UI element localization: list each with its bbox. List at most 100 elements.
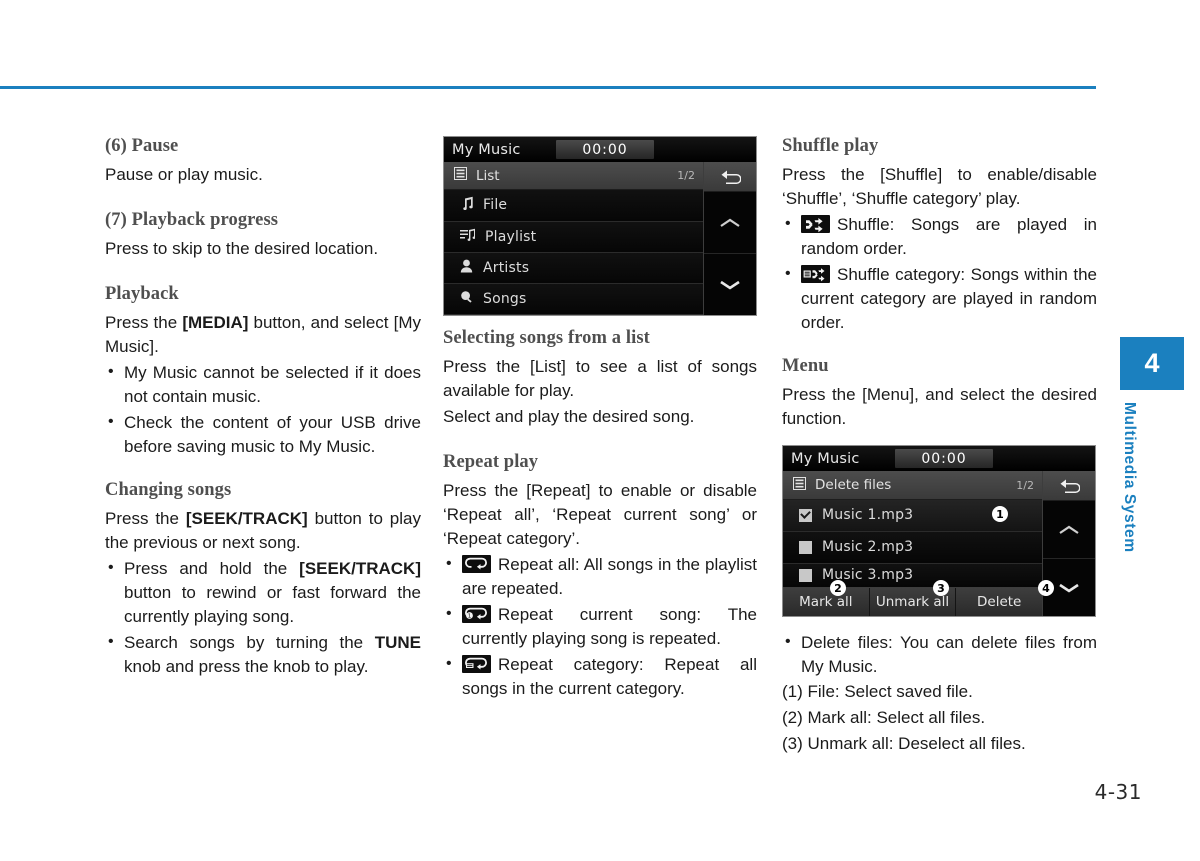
checkbox-checked[interactable] bbox=[799, 508, 812, 522]
screen1-title: My Music bbox=[452, 141, 521, 158]
heading-changing-songs: Changing songs bbox=[105, 480, 232, 500]
heading-playback-progress: (7) Playback progress bbox=[105, 210, 279, 230]
list-item: Shuffle: Songs are played in random orde… bbox=[782, 212, 1097, 261]
list-item: My Music cannot be selected if it does n… bbox=[105, 360, 421, 409]
file-label: Music 2.mp3 bbox=[822, 539, 914, 556]
repeat-bullets: Repeat all: All songs in the playlist ar… bbox=[443, 552, 757, 701]
screen2-time: 00:00 bbox=[895, 449, 993, 468]
list-item: Press and hold the [SEEK/TRACK] button t… bbox=[105, 556, 421, 629]
file-row-3[interactable]: Music 3.mp3 bbox=[783, 563, 1042, 587]
list-item: Shuffle category: Songs within the curre… bbox=[782, 262, 1097, 335]
file-row-2[interactable]: Music 2.mp3 bbox=[783, 531, 1042, 564]
text-selecting-songs-1: Press the [List] to see a list of songs … bbox=[443, 357, 757, 400]
callout-3: 3 bbox=[933, 580, 949, 596]
column-middle: My Music 00:00 List 1/2 File Playlist Ar… bbox=[443, 136, 757, 701]
return-arrow-icon[interactable] bbox=[704, 162, 756, 192]
bullet-text-c: button to rewind or fast forward the cur… bbox=[124, 583, 421, 626]
screen2-list: Delete files 1/2 Music 1.mp3 Music 2.mp3… bbox=[783, 471, 1043, 616]
text-menu: Press the [Menu], and select the desired… bbox=[782, 385, 1097, 428]
bullet-text: Repeat current song: The currently playi… bbox=[462, 605, 757, 648]
screen2-list-header[interactable]: Delete files 1/2 bbox=[783, 471, 1042, 500]
shuffle-category-icon bbox=[801, 265, 830, 283]
bullet-text: Shuffle: Songs are played in random orde… bbox=[801, 215, 1097, 258]
bullet-text-c: knob and press the knob to play. bbox=[124, 657, 369, 676]
bullet-text: Repeat all: All songs in the playlist ar… bbox=[462, 555, 757, 598]
list-item-playlist[interactable]: Playlist bbox=[444, 221, 703, 253]
heading-pause: (6) Pause bbox=[105, 136, 179, 156]
screen1-header-label: List bbox=[476, 167, 500, 184]
list-item: Repeat category: Repeat all songs in the… bbox=[443, 652, 757, 701]
chapter-label: Multimedia System bbox=[1121, 402, 1138, 553]
callout-2: 2 bbox=[830, 580, 846, 596]
column-left: (6) Pause Pause or play music. (7) Playb… bbox=[105, 136, 421, 679]
header-rule bbox=[0, 86, 1096, 89]
screen1-time: 00:00 bbox=[556, 140, 654, 159]
list-item: 1 Repeat current song: The currently pla… bbox=[443, 602, 757, 651]
text-selecting-songs-2: Select and play the desired song. bbox=[443, 407, 695, 426]
scroll-up-button[interactable] bbox=[1043, 501, 1095, 559]
screen1-sidebar bbox=[704, 162, 756, 315]
screen2-title: My Music bbox=[791, 450, 860, 467]
bullet-text: Shuffle category: Songs within the curre… bbox=[801, 265, 1097, 332]
heading-menu: Menu bbox=[782, 356, 829, 376]
changing-songs-bullets: Press and hold the [SEEK/TRACK] button t… bbox=[105, 556, 421, 679]
repeat-category-icon bbox=[462, 655, 491, 673]
list-item: (3) Unmark all: Deselect all files. bbox=[782, 734, 1026, 753]
screen1-list-header[interactable]: List 1/2 bbox=[444, 162, 703, 191]
list-item-file[interactable]: File bbox=[444, 190, 703, 222]
shuffle-icon bbox=[801, 215, 830, 233]
repeat-all-icon bbox=[462, 555, 491, 573]
heading-shuffle-play: Shuffle play bbox=[782, 136, 879, 156]
delete-button[interactable]: Delete bbox=[956, 587, 1043, 616]
list-item-label: Artists bbox=[483, 259, 530, 276]
return-arrow-icon[interactable] bbox=[1043, 471, 1095, 501]
delete-files-bullets: Delete files: You can delete files from … bbox=[782, 630, 1097, 679]
list-icon bbox=[793, 476, 806, 494]
playlist-icon bbox=[460, 228, 476, 246]
menu-numbered-list: (1) File: Select saved file. (2) Mark al… bbox=[782, 679, 1097, 757]
checkbox-unchecked[interactable] bbox=[799, 540, 812, 554]
list-item: Delete files: You can delete files from … bbox=[782, 630, 1097, 679]
scroll-up-button[interactable] bbox=[704, 192, 756, 254]
screen-mockup-delete-wrap: My Music 00:00 Delete files 1/2 Music 1.… bbox=[782, 445, 1097, 617]
list-item-songs[interactable]: Songs bbox=[444, 283, 703, 315]
screen-mockup-list: My Music 00:00 List 1/2 File Playlist Ar… bbox=[443, 136, 757, 316]
chapter-number: 4 bbox=[1120, 337, 1184, 390]
heading-selecting-songs: Selecting songs from a list bbox=[443, 328, 650, 348]
scroll-down-button[interactable] bbox=[704, 254, 756, 315]
list-item: Search songs by turning the TUNE knob an… bbox=[105, 630, 421, 679]
playback-bullets: My Music cannot be selected if it does n… bbox=[105, 360, 421, 459]
key-tune: TUNE bbox=[374, 633, 421, 652]
list-item: (1) File: Select saved file. bbox=[782, 682, 973, 701]
callout-4: 4 bbox=[1038, 580, 1054, 596]
bullet-text: Repeat category: Repeat all songs in the… bbox=[462, 655, 757, 698]
bullet-text-a: Search songs by turning the bbox=[124, 633, 375, 652]
screen1-page-indicator: 1/2 bbox=[677, 169, 695, 183]
callout-1: 1 bbox=[992, 506, 1008, 522]
screen1-titlebar: My Music 00:00 bbox=[444, 137, 756, 162]
text-shuffle-play: Press the [Shuffle] to enable/disable ‘S… bbox=[782, 165, 1097, 208]
text-playback-a: Press the bbox=[105, 313, 183, 332]
list-item: (2) Mark all: Select all files. bbox=[782, 708, 986, 727]
list-item-artists[interactable]: Artists bbox=[444, 252, 703, 284]
text-pause: Pause or play music. bbox=[105, 165, 263, 184]
screen2-header-label: Delete files bbox=[815, 477, 892, 493]
key-seek-track-2: [SEEK/TRACK] bbox=[299, 559, 421, 578]
list-item: Repeat all: All songs in the playlist ar… bbox=[443, 552, 757, 601]
screen2-page-indicator: 1/2 bbox=[1016, 478, 1034, 492]
checkbox-unchecked[interactable] bbox=[799, 568, 812, 582]
list-item-label: File bbox=[483, 197, 508, 214]
music-note-icon bbox=[460, 196, 473, 214]
mark-all-button[interactable]: Mark all bbox=[783, 587, 870, 616]
text-changing-a: Press the bbox=[105, 509, 186, 528]
repeat-one-icon: 1 bbox=[462, 605, 491, 623]
file-label: Music 1.mp3 bbox=[822, 507, 914, 524]
heading-repeat-play: Repeat play bbox=[443, 452, 539, 472]
chapter-side-tab: 4 Multimedia System bbox=[1120, 337, 1184, 553]
column-right: Shuffle play Press the [Shuffle] to enab… bbox=[782, 136, 1097, 757]
text-playback-progress: Press to skip to the desired location. bbox=[105, 239, 379, 258]
screen1-list: List 1/2 File Playlist Artists Songs bbox=[444, 162, 704, 315]
key-seek-track: [SEEK/TRACK] bbox=[185, 509, 308, 528]
screen2-titlebar: My Music 00:00 bbox=[783, 446, 1095, 471]
list-item-label: Playlist bbox=[485, 228, 537, 245]
